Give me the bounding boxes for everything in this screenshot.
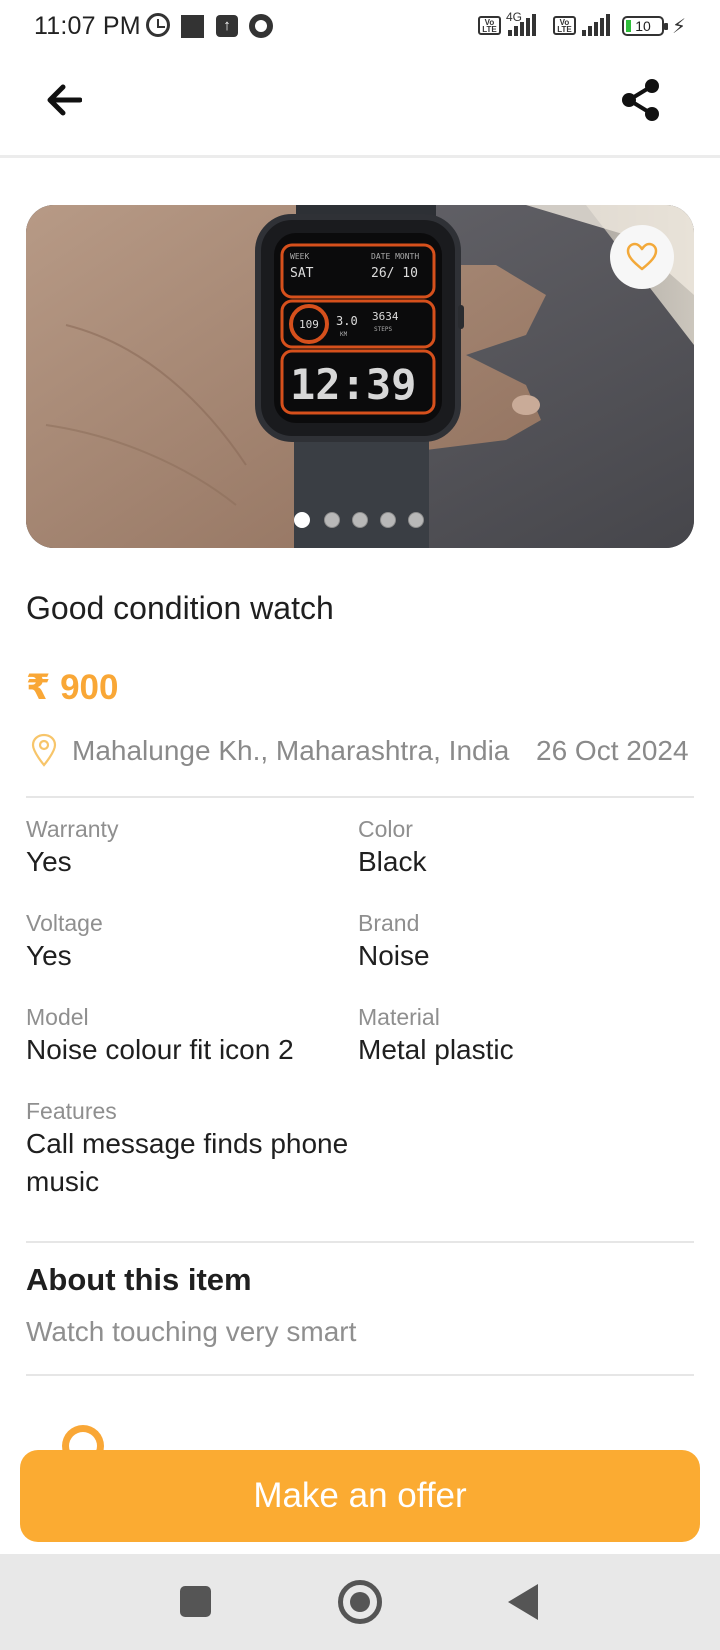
- carousel-dot[interactable]: [324, 512, 340, 528]
- spec-label-model: Model: [26, 1004, 89, 1030]
- about-title: About this item: [26, 1262, 252, 1297]
- volte-icon: Vo LTE: [478, 16, 501, 35]
- back-button[interactable]: [36, 72, 92, 128]
- spec-value-model: Noise colour fit icon 2: [26, 1034, 294, 1065]
- home-button[interactable]: [338, 1580, 382, 1624]
- heart-outline-icon: [626, 242, 658, 271]
- watch-time: 12:39: [290, 360, 416, 409]
- carousel-dot[interactable]: [408, 512, 424, 528]
- listing-title: Good condition watch: [26, 590, 334, 626]
- spec-label-features: Features: [26, 1098, 117, 1124]
- divider: [26, 1241, 694, 1243]
- signal-icon: [508, 14, 536, 36]
- watch-steps: 3634: [372, 310, 399, 323]
- top-app-bar: [0, 50, 720, 158]
- divider: [26, 1374, 694, 1376]
- status-time: 11:07 PM: [34, 12, 141, 40]
- spec-label-brand: Brand: [358, 910, 420, 936]
- spec-label-warranty: Warranty: [26, 816, 119, 842]
- spec-label-color: Color: [358, 816, 413, 842]
- volte-icon: Vo LTE: [553, 16, 576, 35]
- watch-day: SAT: [290, 266, 314, 281]
- system-navigation-bar: [0, 1554, 720, 1650]
- listing-price: ₹ 900: [26, 668, 119, 707]
- upload-icon: ↑: [216, 15, 238, 37]
- carousel-indicator: [26, 512, 694, 528]
- battery-icon: 10: [622, 16, 668, 36]
- watch-steps-label: STEPS: [374, 326, 392, 333]
- listing-date: 26 Oct 2024: [536, 735, 689, 766]
- spec-value-voltage: Yes: [26, 940, 72, 971]
- spec-value-material: Metal plastic: [358, 1034, 514, 1065]
- shutter-icon: [249, 14, 273, 38]
- favorite-button[interactable]: [610, 225, 674, 289]
- carousel-dot[interactable]: [352, 512, 368, 528]
- about-text: Watch touching very smart: [26, 1316, 357, 1347]
- share-icon: [622, 79, 659, 121]
- watch-date: 26/ 10: [371, 266, 418, 281]
- product-image-carousel[interactable]: WEEK DATE MONTH SAT 26/ 10 109 3.0 KM 36…: [26, 205, 694, 548]
- watch-date-label: DATE MONTH: [371, 252, 419, 261]
- spec-value-warranty: Yes: [26, 846, 72, 877]
- watch-heart-rate: 109: [299, 318, 319, 331]
- spec-value-features: Call message finds phone music: [26, 1128, 349, 1197]
- watch-distance: 3.0: [336, 314, 358, 328]
- arrow-left-icon: [47, 84, 82, 116]
- carousel-dot[interactable]: [294, 512, 310, 528]
- product-photo: WEEK DATE MONTH SAT 26/ 10 109 3.0 KM 36…: [26, 205, 694, 548]
- status-bar: 11:07 PM ↑ Vo LTE 4G Vo LTE 10 ⚡: [0, 0, 720, 50]
- square-icon: [181, 15, 204, 38]
- carousel-dot[interactable]: [380, 512, 396, 528]
- alarm-icon: [146, 13, 170, 37]
- recents-button[interactable]: [180, 1586, 211, 1617]
- signal-icon: [582, 14, 610, 36]
- system-back-button[interactable]: [508, 1584, 538, 1620]
- make-offer-button[interactable]: Make an offer: [20, 1450, 700, 1542]
- share-button[interactable]: [612, 72, 668, 128]
- spec-label-material: Material: [358, 1004, 440, 1030]
- spec-value-brand: Noise: [358, 940, 430, 971]
- watch-week-label: WEEK: [290, 252, 309, 261]
- location-pin-icon: [31, 733, 57, 767]
- watch-km-label: KM: [340, 331, 348, 338]
- divider: [26, 796, 694, 798]
- spec-label-voltage: Voltage: [26, 910, 103, 936]
- charging-icon: ⚡: [672, 16, 687, 38]
- spec-value-color: Black: [358, 846, 427, 877]
- listing-location: Mahalunge Kh., Maharashtra, India: [72, 735, 510, 766]
